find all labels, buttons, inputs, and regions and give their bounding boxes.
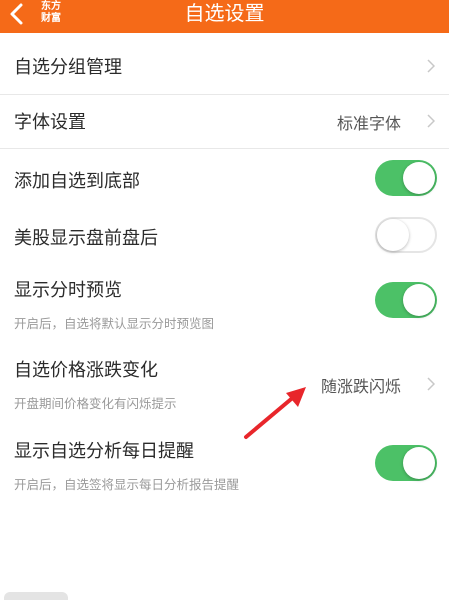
toggle-knob [403, 284, 435, 316]
us-premarket-label: 美股显示盘前盘后 [14, 228, 158, 249]
daily-reminder-toggle[interactable] [375, 445, 437, 481]
daily-reminder-hint: 开启后，自选签将显示每日分析报告提醒 [14, 477, 240, 492]
price-change-hint: 开盘期间价格变化有闪烁提示 [14, 396, 177, 411]
add-to-bottom-label: 添加自选到底部 [14, 171, 140, 192]
bottom-handle [4, 592, 68, 600]
group-management-label: 自选分组管理 [14, 57, 122, 78]
chevron-right-icon [427, 377, 435, 391]
page-title: 自选设置 [184, 1, 265, 25]
font-setting-label: 字体设置 [14, 112, 86, 133]
price-change-label: 自选价格涨跌变化 [14, 360, 158, 381]
us-premarket-toggle[interactable] [375, 217, 437, 253]
daily-reminder-row: 显示自选分析每日提醒 开启后，自选签将显示每日分析报告提醒 [0, 425, 449, 503]
font-setting-value: 标准字体 [336, 114, 401, 133]
us-premarket-row: 美股显示盘前盘后 [0, 206, 449, 263]
add-to-bottom-row: 添加自选到底部 [0, 149, 449, 206]
header-bar: 东方 财富 自选设置 [0, 0, 449, 33]
timeshare-preview-toggle[interactable] [375, 282, 437, 318]
chevron-right-icon [427, 59, 435, 73]
settings-page: 东方 财富 自选设置 自选分组管理 字体设置 标准字体 添加自选到底部 美股显示… [0, 0, 449, 600]
timeshare-preview-hint: 开启后，自选将默认显示分时预览图 [14, 316, 215, 331]
toggle-knob [403, 447, 435, 479]
annotation-arrow-icon [244, 387, 306, 439]
price-change-row[interactable]: 自选价格涨跌变化 开盘期间价格变化有闪烁提示 随涨跌闪烁 [0, 343, 449, 423]
add-to-bottom-toggle[interactable] [375, 160, 437, 196]
group-management-row[interactable]: 自选分组管理 [0, 37, 449, 94]
timeshare-preview-row: 显示分时预览 开启后，自选将默认显示分时预览图 [0, 263, 449, 343]
price-change-value: 随涨跌闪烁 [320, 377, 401, 396]
toggle-knob [403, 162, 435, 194]
daily-reminder-label: 显示自选分析每日提醒 [14, 441, 194, 462]
font-setting-row[interactable]: 字体设置 标准字体 [0, 95, 449, 148]
toggle-knob [377, 219, 409, 251]
chevron-right-icon [427, 114, 435, 128]
timeshare-preview-label: 显示分时预览 [14, 280, 122, 301]
